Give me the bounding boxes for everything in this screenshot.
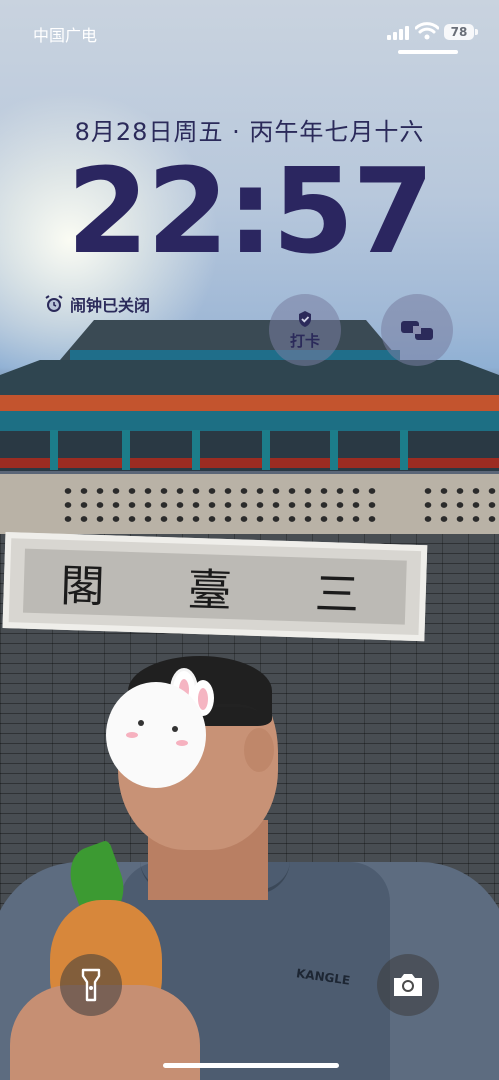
checkin-label: 打卡 (289, 331, 320, 350)
parapet (0, 474, 499, 534)
status-indicator-bar (398, 50, 458, 54)
plaque-char-3: 三 (314, 568, 370, 622)
battery-nub (475, 29, 478, 35)
switch-icon (401, 321, 433, 340)
camera-button[interactable] (377, 954, 439, 1016)
alarm-text: 闹钟已关闭 (70, 296, 151, 315)
checkin-widget[interactable]: 打卡 (269, 294, 341, 366)
plaque-char-2: 臺 (186, 564, 243, 618)
wifi-icon (415, 22, 439, 40)
alarm-status[interactable]: 闹钟已关闭 (44, 292, 150, 316)
camera-icon (394, 974, 422, 996)
name-plaque: 閣 臺 三 (2, 532, 428, 642)
battery-icon: 78 (444, 24, 474, 40)
ear (244, 728, 274, 772)
home-indicator[interactable] (163, 1063, 339, 1068)
status-bar: 中国广电 78 (0, 0, 499, 60)
flashlight-button[interactable] (60, 954, 122, 1016)
pavilion-eave-blue (0, 411, 499, 431)
pavilion-eave-red (0, 395, 499, 411)
carrier-name: 中国广电 (33, 26, 98, 45)
switch-widget[interactable] (381, 294, 453, 366)
plaque-char-1: 閣 (59, 560, 116, 614)
lock-clock[interactable]: 22:57 (0, 146, 499, 276)
lock-screen: 閣 臺 三 KANGLE 中国广电 78 8月28日周五 · 丙午年七月十六 2… (0, 0, 499, 1080)
signal-icon (387, 26, 409, 40)
flashlight-icon (81, 968, 101, 1002)
bunny-sticker (106, 682, 206, 788)
alarm-clock-icon (45, 295, 63, 312)
checkin-badge-icon (299, 310, 311, 327)
pavilion-beam-red (0, 458, 499, 468)
